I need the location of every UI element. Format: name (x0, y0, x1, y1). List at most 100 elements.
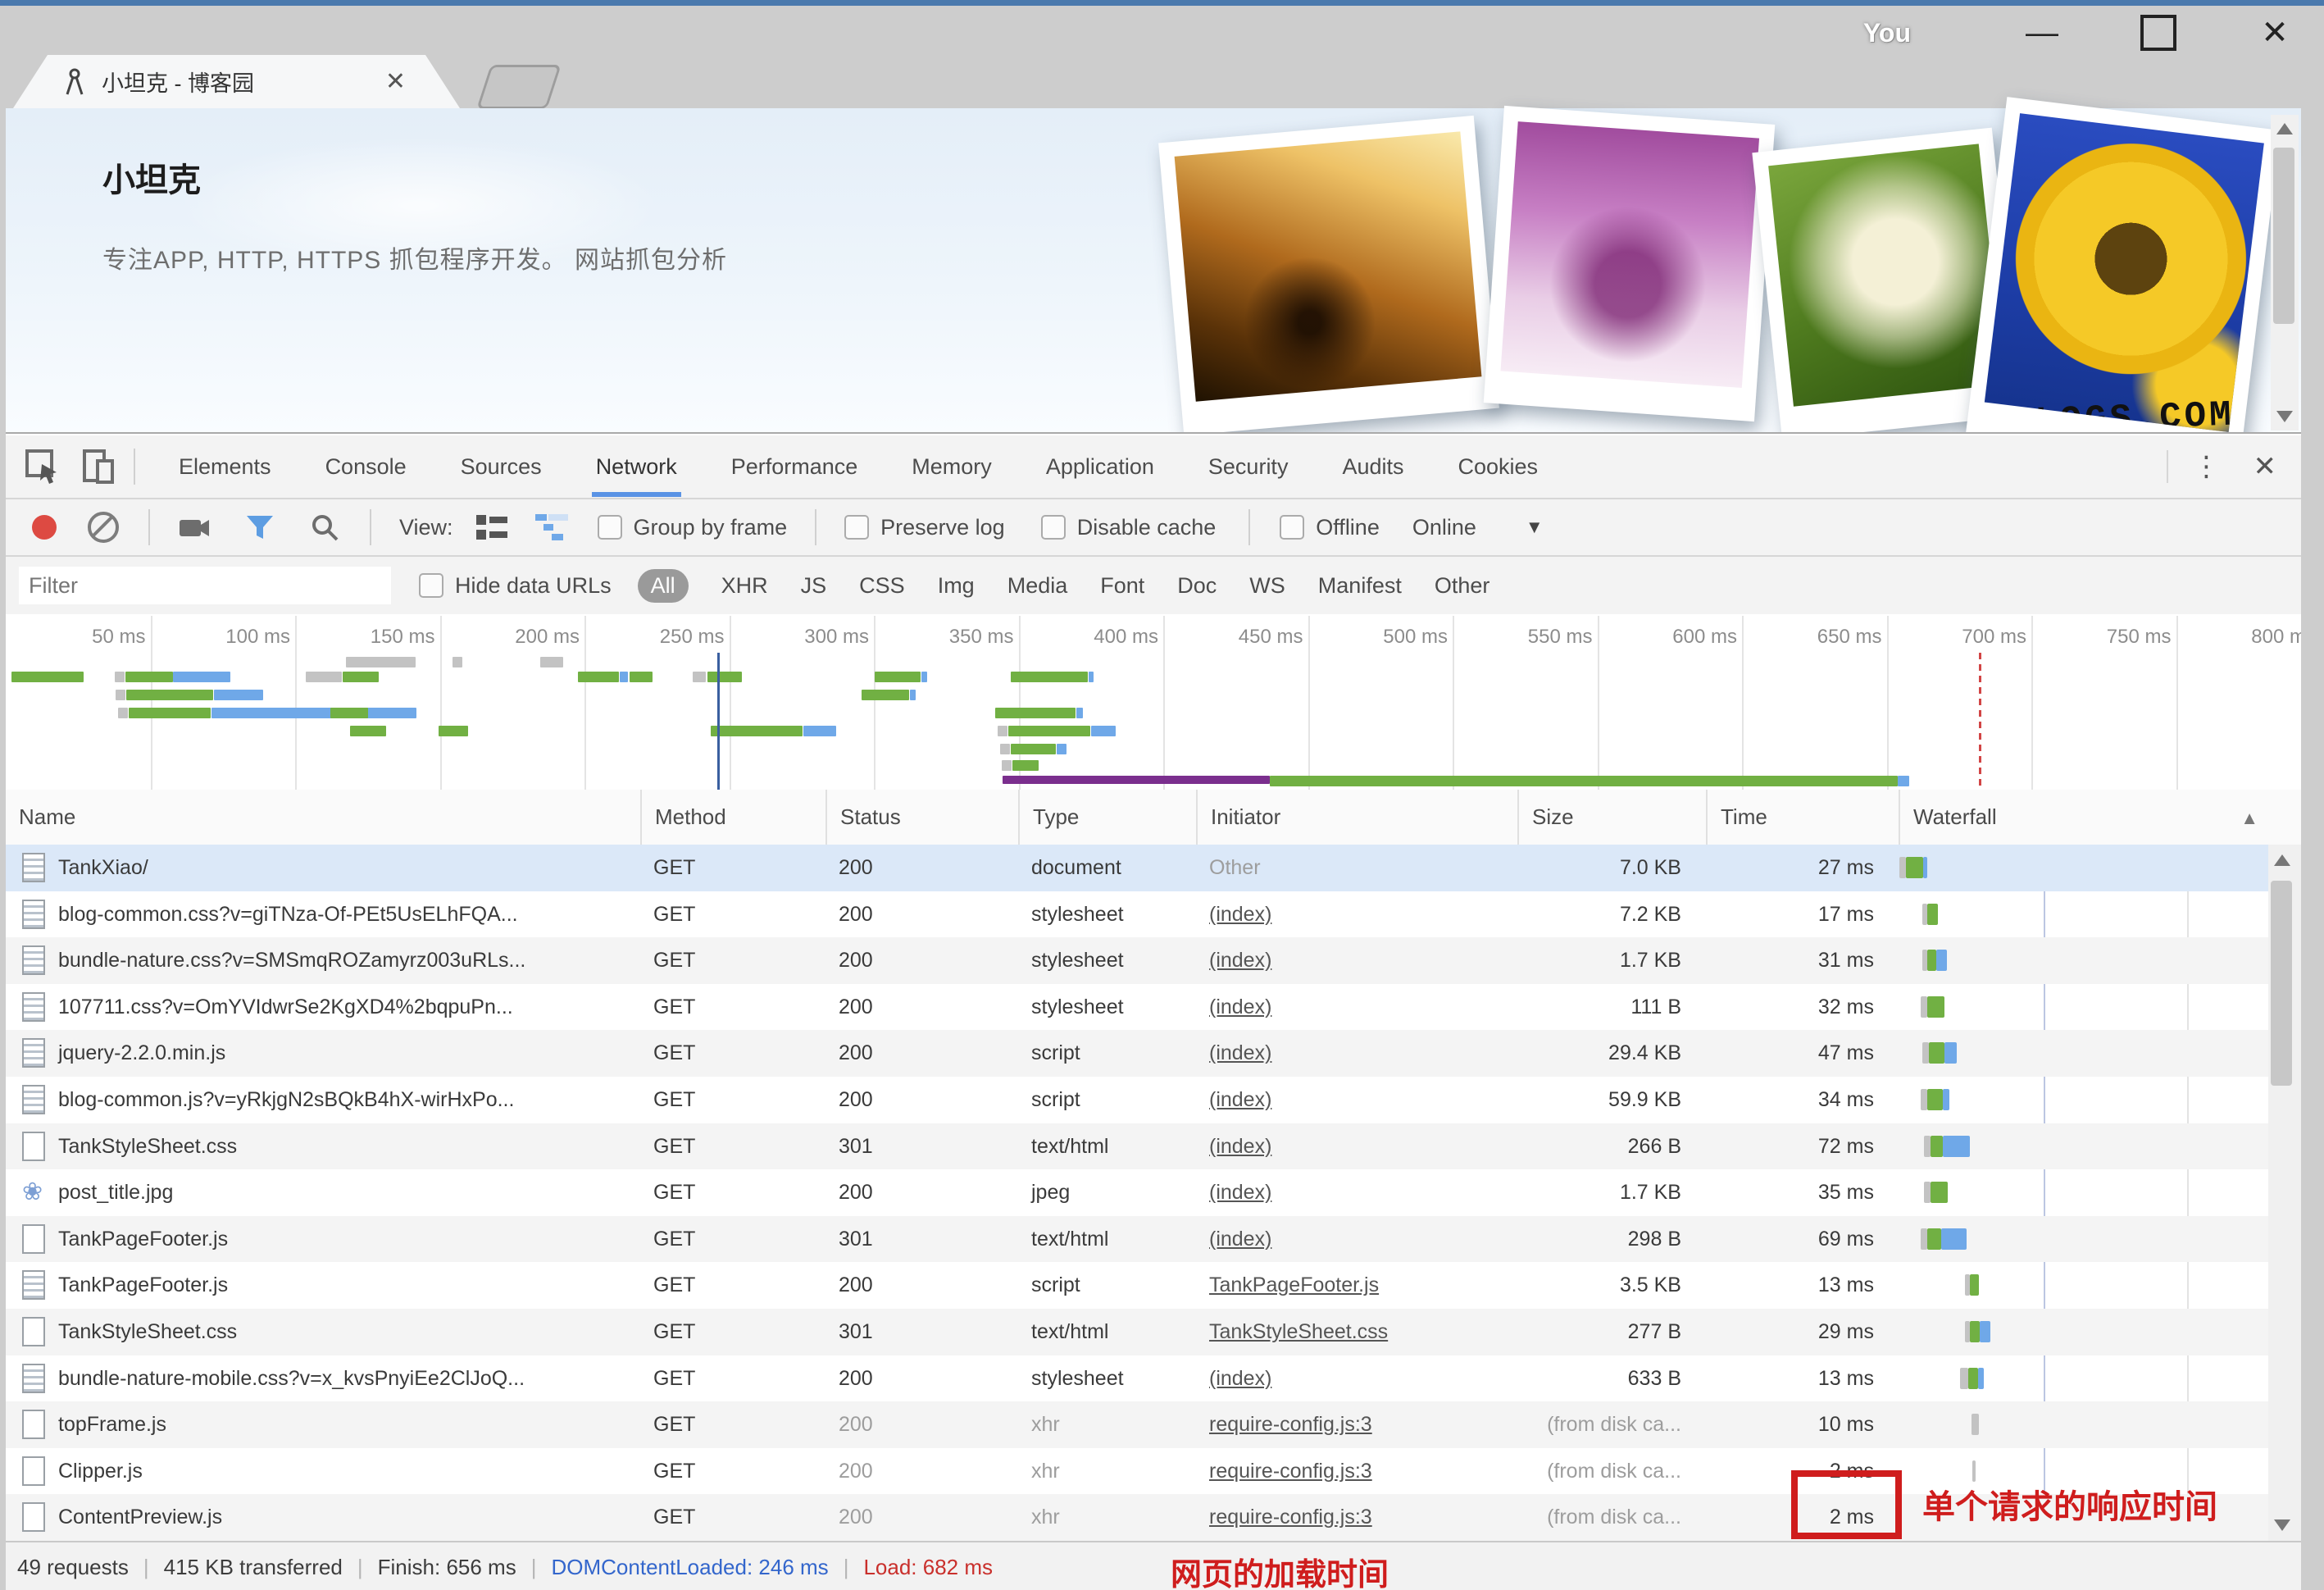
load-marker-line (1979, 653, 1981, 790)
page-scrollbar[interactable] (2271, 115, 2299, 431)
request-row[interactable]: blog-common.js?v=yRkjgN2sBQkB4hX-wirHxPo… (6, 1077, 2301, 1123)
filter-type-other[interactable]: Other (1435, 573, 1490, 599)
overview-request-bar (129, 708, 211, 718)
devtools-tab-cookies[interactable]: Cookies (1431, 436, 1566, 497)
request-size: 59.9 KB (1608, 1088, 1681, 1111)
request-row[interactable]: TankXiao/GET 200 document Other 7.0 KB 27 ms (6, 845, 2301, 891)
devtools-tab-memory[interactable]: Memory (885, 436, 1019, 497)
filter-type-css[interactable]: CSS (859, 573, 905, 599)
filter-type-doc[interactable]: Doc (1177, 573, 1217, 599)
filter-input[interactable] (19, 567, 391, 604)
devtools-tab-application[interactable]: Application (1019, 436, 1181, 497)
kebab-menu-icon[interactable]: ⋮ (2166, 450, 2245, 483)
overview-request-bar (115, 672, 125, 682)
column-header-status[interactable]: Status (825, 790, 1018, 845)
request-initiator[interactable]: (index) (1196, 1355, 1517, 1402)
filter-funnel-icon[interactable] (245, 513, 275, 542)
devtools-close-icon[interactable]: ✕ (2245, 450, 2302, 483)
scroll-up-icon[interactable] (2276, 123, 2293, 134)
filter-type-ws[interactable]: WS (1249, 573, 1285, 599)
filter-type-media[interactable]: Media (1007, 573, 1068, 599)
request-row[interactable]: TankStyleSheet.css GET 301 text/html (index)… (6, 1123, 2301, 1170)
scroll-down-icon[interactable] (2276, 411, 2293, 422)
request-row[interactable]: blog-common.css?v=giTNza-Of-PEt5UsELhFQA… (6, 891, 2301, 938)
request-row[interactable]: ❀ post_title.jpg GET 200 jpeg (index) 1.7 KB 35… (6, 1169, 2301, 1216)
record-button[interactable] (32, 515, 57, 540)
minimize-button[interactable]: — (2017, 15, 2067, 52)
browser-tab[interactable]: 小坦克 - 博客园 ✕ (13, 55, 460, 108)
column-header-initiator[interactable]: Initiator (1196, 790, 1517, 845)
throttling-select[interactable]: Online (1412, 515, 1476, 540)
group-by-frame-checkbox[interactable] (597, 515, 622, 540)
request-row[interactable]: jquery-2.2.0.min.js GET 200 script (index) 29… (6, 1030, 2301, 1077)
network-overview-timeline[interactable]: 50 ms 100 ms 150 ms 200 ms 250 ms 300 ms 350 m… (6, 616, 2301, 791)
list-view-icon[interactable] (475, 513, 509, 541)
request-initiator[interactable]: (index) (1196, 984, 1517, 1031)
filter-type-font[interactable]: Font (1100, 573, 1144, 599)
devtools-tab-network[interactable]: Network (569, 436, 704, 497)
overview-request-bar (116, 690, 125, 700)
request-row[interactable]: TankStyleSheet.css GET 301 text/html TankSty… (6, 1309, 2301, 1355)
devtools-tab-audits[interactable]: Audits (1315, 436, 1430, 497)
devtools-tab-security[interactable]: Security (1181, 436, 1316, 497)
search-icon[interactable] (309, 512, 340, 543)
device-toolbar-icon[interactable] (80, 448, 117, 485)
request-initiator[interactable]: (index) (1196, 1077, 1517, 1123)
scroll-down-icon[interactable] (2274, 1519, 2290, 1531)
request-initiator[interactable]: require-config.js:3 (1196, 1401, 1517, 1448)
column-header-name[interactable]: Name (6, 790, 640, 845)
request-initiator[interactable]: TankPageFooter.js (1196, 1262, 1517, 1309)
tab-close-icon[interactable]: ✕ (385, 67, 406, 96)
column-header-method[interactable]: Method (640, 790, 825, 845)
devtools-tab-console[interactable]: Console (298, 436, 434, 497)
devtools-tab-performance[interactable]: Performance (704, 436, 885, 497)
screenshot-camera-icon[interactable] (178, 513, 211, 541)
clear-button[interactable] (88, 512, 119, 543)
maximize-button[interactable] (2140, 15, 2176, 51)
filter-type-xhr[interactable]: XHR (721, 573, 768, 599)
preserve-log-checkbox[interactable] (844, 515, 870, 540)
request-row[interactable]: TankPageFooter.js GET 200 script TankPageFoo… (6, 1262, 2301, 1309)
column-header-waterfall[interactable]: Waterfall (1899, 790, 2268, 845)
request-row[interactable]: TankPageFooter.js GET 301 text/html (index) 2… (6, 1215, 2301, 1263)
filter-type-manifest[interactable]: Manifest (1318, 573, 1402, 599)
request-initiator[interactable]: (index) (1196, 937, 1517, 984)
filter-type-img[interactable]: Img (938, 573, 975, 599)
request-row[interactable]: 107711.css?v=OmYVIdwrSe2KgXD4%2bqpuPn...… (6, 984, 2301, 1031)
request-initiator[interactable]: (index) (1196, 1123, 1517, 1170)
page-scrollbar-thumb[interactable] (2273, 148, 2294, 324)
overview-request-bar (910, 690, 916, 700)
new-tab-button[interactable] (476, 65, 562, 109)
filter-type-all[interactable]: All (637, 568, 689, 603)
overview-tick-label: 200 ms (515, 626, 580, 648)
overview-request-bar (1898, 776, 1909, 786)
devtools-tab-sources[interactable]: Sources (434, 436, 569, 497)
close-button[interactable]: ✕ (2250, 14, 2299, 52)
scroll-up-icon[interactable] (2274, 854, 2290, 866)
waterfall-view-icon[interactable] (534, 513, 570, 542)
hide-data-urls-checkbox[interactable] (419, 573, 443, 598)
request-initiator[interactable]: require-config.js:3 (1196, 1494, 1517, 1541)
request-time: 27 ms (1817, 856, 1874, 879)
request-initiator[interactable]: (index) (1196, 1169, 1517, 1216)
column-header-size[interactable]: Size (1517, 790, 1706, 845)
disable-cache-checkbox[interactable] (1040, 515, 1066, 540)
request-row[interactable]: topFrame.js GET 200 xhr require-config.js:3 (… (6, 1401, 2301, 1448)
request-initiator[interactable]: (index) (1196, 891, 1517, 938)
request-initiator[interactable]: (index) (1196, 1216, 1517, 1263)
request-initiator[interactable]: (index) (1196, 1030, 1517, 1077)
request-row[interactable]: bundle-nature.css?v=SMSmqROZamyrz003uRLs… (6, 937, 2301, 984)
column-header-time[interactable]: Time (1706, 790, 1899, 845)
chevron-down-icon[interactable]: ▼ (1526, 517, 1544, 538)
table-scrollbar[interactable] (2268, 845, 2301, 1541)
table-scrollbar-thumb[interactable] (2271, 881, 2292, 1086)
request-row[interactable]: bundle-nature-mobile.css?v=x_kvsPnyiEe2C… (6, 1355, 2301, 1402)
inspect-element-icon[interactable] (24, 448, 61, 485)
request-initiator[interactable]: TankStyleSheet.css (1196, 1309, 1517, 1355)
column-header-type[interactable]: Type (1018, 790, 1196, 845)
offline-checkbox[interactable] (1280, 515, 1305, 540)
request-size: (from disk ca... (1547, 1413, 1681, 1437)
filter-type-js[interactable]: JS (801, 573, 827, 599)
request-initiator[interactable]: require-config.js:3 (1196, 1448, 1517, 1495)
devtools-tab-elements[interactable]: Elements (152, 436, 298, 497)
